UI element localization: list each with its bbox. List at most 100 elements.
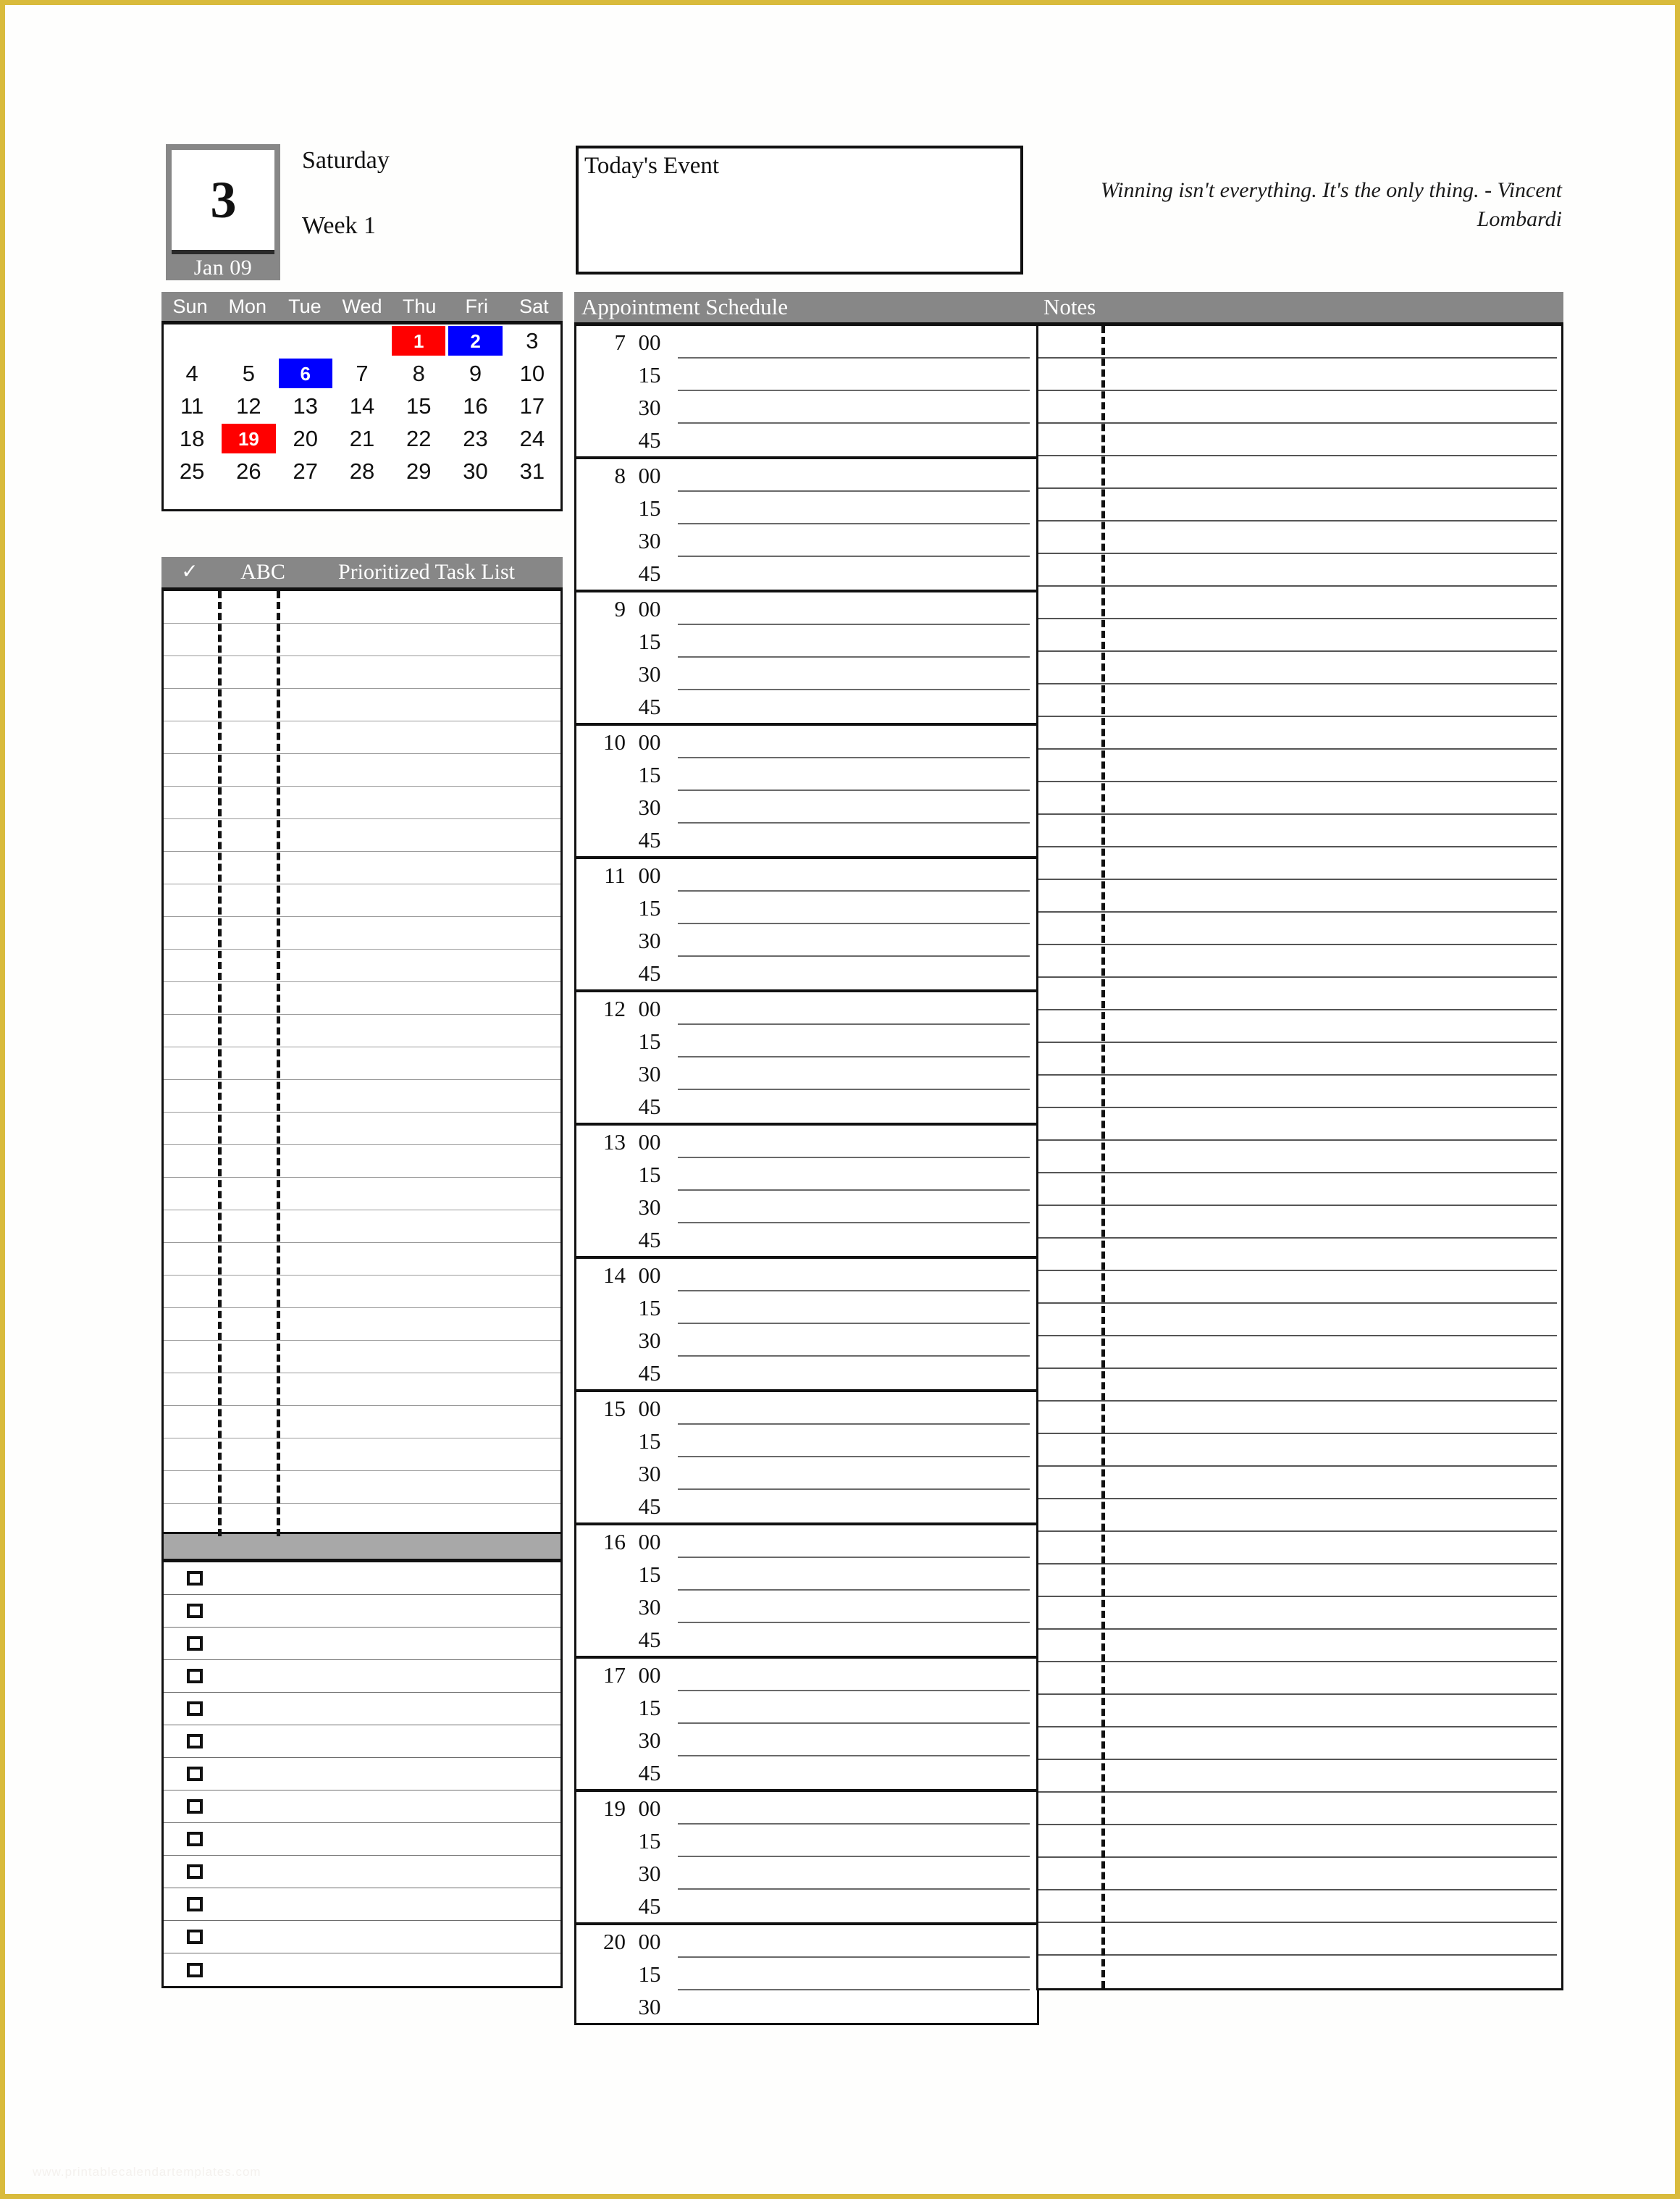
task-row[interactable] (164, 982, 560, 1015)
calendar-day-7[interactable]: 7 (334, 357, 390, 390)
schedule-write-line[interactable] (673, 1792, 1037, 1825)
schedule-write-line[interactable] (673, 1357, 1037, 1389)
schedule-write-line[interactable] (673, 824, 1037, 856)
task-row[interactable] (164, 721, 560, 754)
schedule-slot-19-15[interactable]: 15 (576, 1825, 1037, 1857)
notes-row[interactable] (1038, 1173, 1561, 1206)
calendar-day-12[interactable]: 12 (220, 390, 277, 422)
schedule-write-line[interactable] (673, 1259, 1037, 1291)
schedule-slot-14-30[interactable]: 30 (576, 1324, 1037, 1357)
calendar-day-28[interactable]: 28 (334, 455, 390, 487)
schedule-write-line[interactable] (673, 625, 1037, 658)
notes-row[interactable] (1038, 652, 1561, 684)
task-row[interactable] (164, 1276, 560, 1308)
notes-row[interactable] (1038, 1597, 1561, 1630)
calendar-day-30[interactable]: 30 (447, 455, 503, 487)
notes-row[interactable] (1038, 1825, 1561, 1858)
notes-row[interactable] (1038, 587, 1561, 619)
checkbox-icon[interactable] (187, 1669, 203, 1683)
schedule-write-line[interactable] (673, 1724, 1037, 1756)
checkbox-icon[interactable] (187, 1571, 203, 1586)
schedule-slot-10-30[interactable]: 30 (576, 791, 1037, 824)
task-row[interactable] (164, 1047, 560, 1080)
schedule-write-line[interactable] (673, 1392, 1037, 1425)
task-row[interactable] (164, 1113, 560, 1145)
schedule-slot-17-15[interactable]: 15 (576, 1691, 1037, 1724)
notes-row[interactable] (1038, 750, 1561, 782)
schedule-slot-9-45[interactable]: 45 (576, 690, 1037, 723)
calendar-day-4[interactable]: 4 (164, 357, 220, 390)
schedule-slot-8-30[interactable]: 30 (576, 524, 1037, 557)
schedule-slot-20-15[interactable]: 15 (576, 1958, 1037, 1990)
task-row[interactable] (164, 1406, 560, 1438)
notes-row[interactable] (1038, 1923, 1561, 1956)
notes-row[interactable] (1038, 1239, 1561, 1271)
task-row[interactable] (164, 819, 560, 852)
schedule-write-line[interactable] (673, 1291, 1037, 1324)
notes-row[interactable] (1038, 1858, 1561, 1890)
calendar-day-26[interactable]: 26 (220, 455, 277, 487)
schedule-write-line[interactable] (673, 1490, 1037, 1522)
schedule-write-line[interactable] (673, 1558, 1037, 1591)
notes-row[interactable] (1038, 1760, 1561, 1793)
schedule-slot-13-30[interactable]: 30 (576, 1191, 1037, 1223)
notes-row[interactable] (1038, 880, 1561, 913)
schedule-slot-9-30[interactable]: 30 (576, 658, 1037, 690)
schedule-slot-11-30[interactable]: 30 (576, 924, 1037, 957)
checklist-row[interactable] (164, 1693, 560, 1725)
notes-row[interactable] (1038, 489, 1561, 522)
schedule-write-line[interactable] (673, 1591, 1037, 1623)
schedule-write-line[interactable] (673, 791, 1037, 824)
calendar-day-27[interactable]: 27 (277, 455, 334, 487)
schedule-write-line[interactable] (673, 1324, 1037, 1357)
calendar-day-6[interactable]: 6 (277, 357, 334, 390)
notes-row[interactable] (1038, 1206, 1561, 1239)
schedule-slot-19-45[interactable]: 45 (576, 1890, 1037, 1922)
schedule-slot-20-30[interactable]: 30 (576, 1990, 1037, 2023)
schedule-slot-9-00[interactable]: 9 00 (576, 592, 1037, 625)
schedule-slot-10-45[interactable]: 45 (576, 824, 1037, 856)
calendar-day-3[interactable]: 3 (504, 324, 560, 357)
schedule-write-line[interactable] (673, 1691, 1037, 1724)
checklist-row[interactable] (164, 1660, 560, 1693)
notes-row[interactable] (1038, 1010, 1561, 1043)
checklist-row[interactable] (164, 1758, 560, 1790)
schedule-write-line[interactable] (673, 592, 1037, 625)
calendar-day-21[interactable]: 21 (334, 422, 390, 455)
schedule-slot-16-00[interactable]: 16 00 (576, 1525, 1037, 1558)
schedule-write-line[interactable] (673, 1223, 1037, 1256)
calendar-day-8[interactable]: 8 (390, 357, 447, 390)
notes-row[interactable] (1038, 1662, 1561, 1695)
schedule-write-line[interactable] (673, 726, 1037, 758)
schedule-write-line[interactable] (673, 424, 1037, 456)
schedule-slot-12-30[interactable]: 30 (576, 1057, 1037, 1090)
schedule-write-line[interactable] (673, 924, 1037, 957)
notes-row[interactable] (1038, 456, 1561, 489)
checklist-row[interactable] (164, 1628, 560, 1660)
schedule-slot-9-15[interactable]: 15 (576, 625, 1037, 658)
checklist-row[interactable] (164, 1856, 560, 1888)
schedule-slot-8-00[interactable]: 8 00 (576, 459, 1037, 492)
notes-row[interactable] (1038, 1271, 1561, 1304)
checkbox-icon[interactable] (187, 1897, 203, 1911)
schedule-write-line[interactable] (673, 1425, 1037, 1457)
schedule-slot-12-45[interactable]: 45 (576, 1090, 1037, 1123)
schedule-slot-13-15[interactable]: 15 (576, 1158, 1037, 1191)
schedule-slot-13-00[interactable]: 13 00 (576, 1126, 1037, 1158)
schedule-write-line[interactable] (673, 1890, 1037, 1922)
schedule-write-line[interactable] (673, 859, 1037, 892)
task-row[interactable] (164, 1308, 560, 1341)
schedule-slot-17-30[interactable]: 30 (576, 1724, 1037, 1756)
notes-row[interactable] (1038, 326, 1561, 359)
notes-row[interactable] (1038, 1369, 1561, 1402)
checkbox-icon[interactable] (187, 1962, 203, 1977)
checklist-row[interactable] (164, 1921, 560, 1953)
calendar-day-17[interactable]: 17 (504, 390, 560, 422)
calendar-day-31[interactable]: 31 (504, 455, 560, 487)
schedule-write-line[interactable] (673, 1925, 1037, 1958)
schedule-write-line[interactable] (673, 1525, 1037, 1558)
schedule-slot-8-15[interactable]: 15 (576, 492, 1037, 524)
schedule-slot-19-00[interactable]: 19 00 (576, 1792, 1037, 1825)
notes-row[interactable] (1038, 945, 1561, 978)
task-row[interactable] (164, 1471, 560, 1504)
